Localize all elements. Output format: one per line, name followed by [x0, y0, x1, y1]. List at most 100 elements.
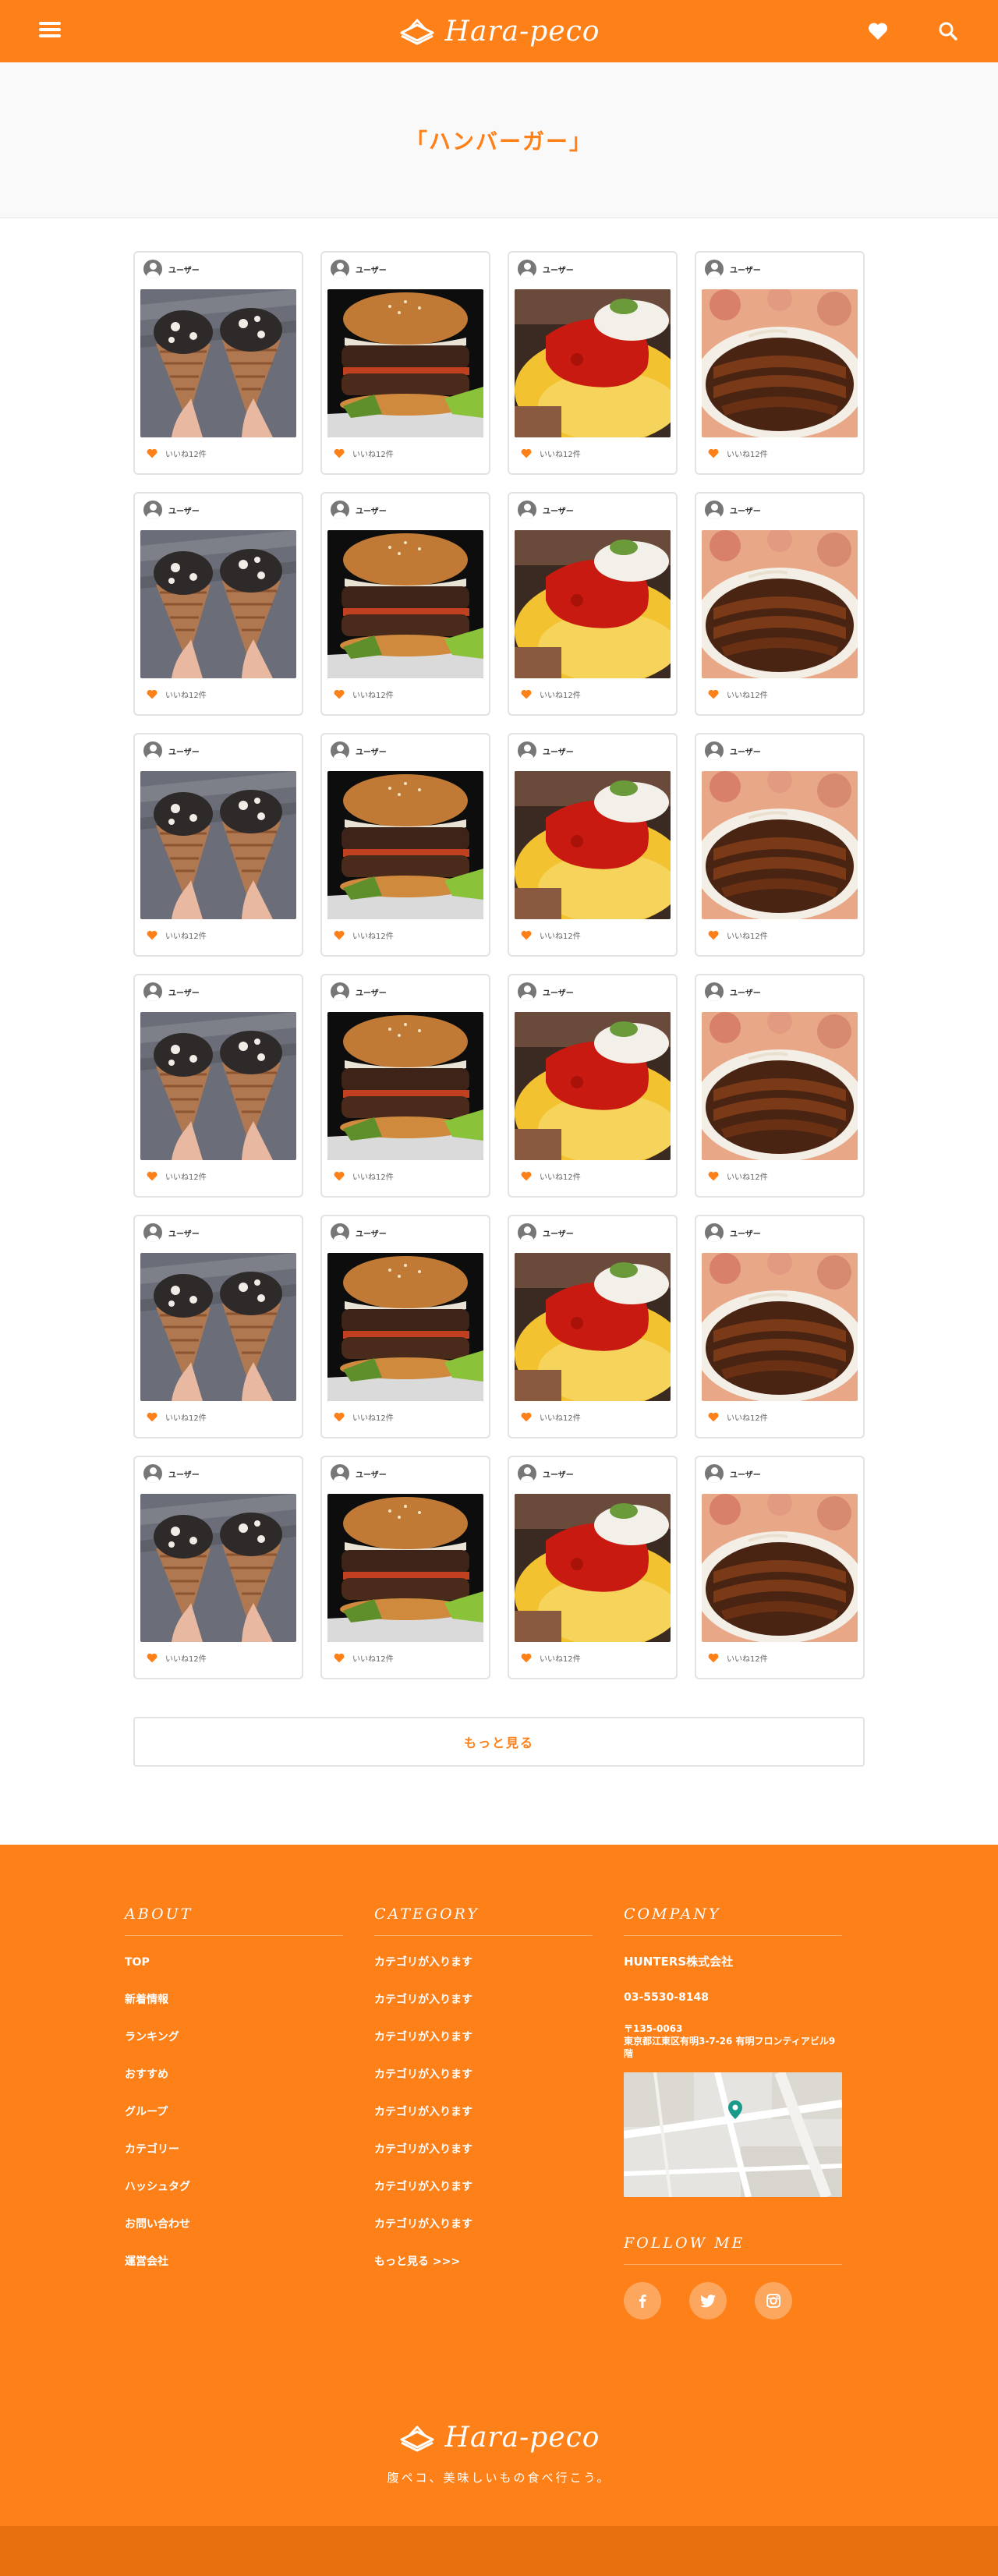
card-user[interactable]: ユーザー	[702, 500, 858, 520]
twitter-icon[interactable]	[689, 2282, 727, 2319]
card-user[interactable]: ユーザー	[140, 259, 296, 279]
post-image-ice-cream-cones[interactable]	[140, 530, 296, 678]
card-like[interactable]: いいね12件	[140, 678, 296, 709]
card-user[interactable]: ユーザー	[702, 741, 858, 761]
post-image-omelette-rice[interactable]	[515, 1012, 671, 1160]
site-logo[interactable]: Hara-peco	[398, 16, 600, 48]
card-user[interactable]: ユーザー	[140, 741, 296, 761]
card-like[interactable]: いいね12件	[327, 1160, 483, 1191]
card-like[interactable]: いいね12件	[515, 1642, 671, 1673]
post-image-omelette-rice[interactable]	[515, 289, 671, 437]
card-user[interactable]: ユーザー	[515, 500, 671, 520]
post-image-ice-cream-cones[interactable]	[140, 289, 296, 437]
post-card[interactable]: ユーザー いいね12件	[695, 1215, 865, 1438]
post-image-hamburger[interactable]	[327, 1253, 483, 1401]
card-like[interactable]: いいね12件	[327, 437, 483, 469]
card-user[interactable]: ユーザー	[702, 1223, 858, 1243]
card-like[interactable]: いいね12件	[140, 919, 296, 950]
post-image-hamburger[interactable]	[327, 289, 483, 437]
card-user[interactable]: ユーザー	[327, 500, 483, 520]
card-like[interactable]: いいね12件	[140, 1401, 296, 1432]
card-like[interactable]: いいね12件	[140, 1160, 296, 1191]
card-like[interactable]: いいね12件	[515, 678, 671, 709]
menu-icon[interactable]	[37, 19, 62, 44]
card-user[interactable]: ユーザー	[515, 1463, 671, 1484]
card-like[interactable]: いいね12件	[327, 678, 483, 709]
card-like[interactable]: いいね12件	[140, 1642, 296, 1673]
post-image-unagi-don[interactable]	[702, 1012, 858, 1160]
footer-category-link[interactable]: カテゴリが入ります	[374, 2028, 593, 2065]
card-user[interactable]: ユーザー	[327, 982, 483, 1002]
card-user[interactable]: ユーザー	[327, 1223, 483, 1243]
card-user[interactable]: ユーザー	[327, 1463, 483, 1484]
post-image-unagi-don[interactable]	[702, 289, 858, 437]
card-like[interactable]: いいね12件	[515, 1401, 671, 1432]
footer-about-link[interactable]: ハッシュタグ	[125, 2178, 343, 2215]
footer-about-link[interactable]: ランキング	[125, 2028, 343, 2065]
card-user[interactable]: ユーザー	[515, 741, 671, 761]
post-image-hamburger[interactable]	[327, 1012, 483, 1160]
post-image-ice-cream-cones[interactable]	[140, 1494, 296, 1642]
footer-about-link[interactable]: おすすめ	[125, 2065, 343, 2103]
post-card[interactable]: ユーザー いいね12件	[133, 733, 303, 957]
card-like[interactable]: いいね12件	[702, 1401, 858, 1432]
post-image-ice-cream-cones[interactable]	[140, 771, 296, 919]
card-like[interactable]: いいね12件	[702, 919, 858, 950]
card-like[interactable]: いいね12件	[515, 1160, 671, 1191]
search-icon[interactable]	[936, 19, 961, 44]
post-image-omelette-rice[interactable]	[515, 1253, 671, 1401]
card-like[interactable]: いいね12件	[140, 437, 296, 469]
card-user[interactable]: ユーザー	[515, 259, 671, 279]
post-card[interactable]: ユーザー いいね12件	[695, 974, 865, 1198]
footer-category-link[interactable]: もっと見る >>>	[374, 2252, 593, 2290]
card-user[interactable]: ユーザー	[515, 982, 671, 1002]
post-image-unagi-don[interactable]	[702, 1494, 858, 1642]
post-card[interactable]: ユーザー いいね12件	[133, 251, 303, 475]
footer-category-link[interactable]: カテゴリが入ります	[374, 2065, 593, 2103]
post-card[interactable]: ユーザー いいね12件	[320, 251, 490, 475]
card-like[interactable]: いいね12件	[327, 1401, 483, 1432]
card-user[interactable]: ユーザー	[702, 982, 858, 1002]
card-user[interactable]: ユーザー	[140, 1223, 296, 1243]
footer-category-link[interactable]: カテゴリが入ります	[374, 2103, 593, 2140]
card-like[interactable]: いいね12件	[702, 1160, 858, 1191]
card-user[interactable]: ユーザー	[140, 1463, 296, 1484]
footer-about-link[interactable]: 新着情報	[125, 1990, 343, 2028]
footer-about-link[interactable]: グループ	[125, 2103, 343, 2140]
post-image-hamburger[interactable]	[327, 530, 483, 678]
card-user[interactable]: ユーザー	[702, 259, 858, 279]
post-image-hamburger[interactable]	[327, 771, 483, 919]
footer-category-link[interactable]: カテゴリが入ります	[374, 1990, 593, 2028]
post-card[interactable]: ユーザー いいね12件	[133, 1215, 303, 1438]
post-card[interactable]: ユーザー いいね12件	[508, 251, 678, 475]
post-card[interactable]: ユーザー いいね12件	[508, 492, 678, 716]
post-card[interactable]: ユーザー いいね12件	[320, 974, 490, 1198]
footer-category-link[interactable]: カテゴリが入ります	[374, 2178, 593, 2215]
company-map[interactable]	[624, 2072, 842, 2197]
post-card[interactable]: ユーザー いいね12件	[320, 1456, 490, 1679]
post-card[interactable]: ユーザー いいね12件	[695, 492, 865, 716]
card-like[interactable]: いいね12件	[702, 678, 858, 709]
post-image-omelette-rice[interactable]	[515, 530, 671, 678]
instagram-icon[interactable]	[755, 2282, 792, 2319]
post-image-omelette-rice[interactable]	[515, 1494, 671, 1642]
post-card[interactable]: ユーザー いいね12件	[320, 492, 490, 716]
footer-logo[interactable]: Hara-peco	[398, 2422, 600, 2454]
post-card[interactable]: ユーザー いいね12件	[695, 733, 865, 957]
post-image-ice-cream-cones[interactable]	[140, 1012, 296, 1160]
post-card[interactable]: ユーザー いいね12件	[695, 251, 865, 475]
post-image-unagi-don[interactable]	[702, 530, 858, 678]
footer-about-link[interactable]: お問い合わせ	[125, 2215, 343, 2252]
company-phone[interactable]: 03-5530-8148	[624, 1991, 842, 2004]
card-like[interactable]: いいね12件	[515, 437, 671, 469]
post-card[interactable]: ユーザー いいね12件	[695, 1456, 865, 1679]
card-user[interactable]: ユーザー	[140, 982, 296, 1002]
footer-category-link[interactable]: カテゴリが入ります	[374, 2215, 593, 2252]
card-like[interactable]: いいね12件	[327, 919, 483, 950]
post-image-hamburger[interactable]	[327, 1494, 483, 1642]
post-card[interactable]: ユーザー いいね12件	[133, 1456, 303, 1679]
post-card[interactable]: ユーザー いいね12件	[508, 733, 678, 957]
footer-category-link[interactable]: カテゴリが入ります	[374, 1953, 593, 1990]
footer-about-link[interactable]: 運営会社	[125, 2252, 343, 2290]
footer-category-link[interactable]: カテゴリが入ります	[374, 2140, 593, 2178]
